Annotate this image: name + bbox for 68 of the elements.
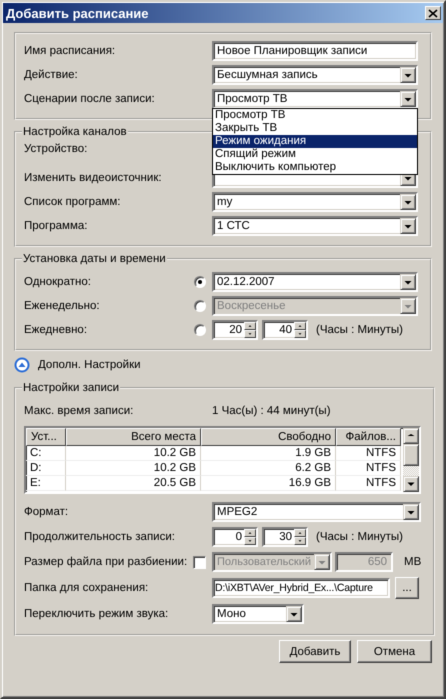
number-field[interactable]: 20 <box>212 320 258 340</box>
table-cell: NTFS <box>336 446 401 461</box>
dropdown[interactable]: Моно <box>212 604 304 624</box>
window-title: Добавить расписание <box>6 6 149 20</box>
number-field[interactable]: 0 <box>212 527 258 547</box>
radio-button[interactable] <box>194 324 206 336</box>
collapse-icon[interactable] <box>14 357 30 373</box>
group-title: Настройки записи <box>22 382 120 394</box>
column-header[interactable]: Свободно <box>201 428 336 446</box>
number-field[interactable]: 40 <box>262 320 308 340</box>
group-title: Установка даты и времени <box>22 253 167 265</box>
dropdown-option[interactable]: Режим ожидания <box>213 135 417 148</box>
field-label: Формат: <box>24 506 68 518</box>
table-cell: 6.2 GB <box>201 461 336 476</box>
field-label: Размер файла при разбиении: <box>24 556 188 568</box>
field-label: Продолжительность записи: <box>24 531 175 543</box>
dropdown-option[interactable]: Выключить компьютер <box>213 161 417 174</box>
table-cell: NTFS <box>336 461 401 476</box>
column-header[interactable]: Уст... <box>26 428 66 446</box>
column-header[interactable]: Файлов... <box>336 428 401 446</box>
dropdown[interactable]: MPEG2 <box>212 502 422 522</box>
table-cell: 16.9 GB <box>201 476 336 491</box>
field-label: Макс. время записи: <box>24 405 134 417</box>
close-icon <box>428 8 438 18</box>
number-field[interactable]: 30 <box>262 527 308 547</box>
field-label: Устройство: <box>24 143 88 155</box>
table-cell: 10.2 GB <box>66 446 201 461</box>
field-label: Папка для сохранения: <box>24 582 148 594</box>
field-label: Изменить видеоисточник: <box>24 172 162 184</box>
field-label: Однократно: <box>24 276 91 288</box>
table-cell: E: <box>26 476 66 491</box>
dropdown[interactable]: Просмотр ТВ <box>212 89 418 109</box>
dropdown-option[interactable]: Просмотр ТВ <box>213 109 417 122</box>
column-header[interactable]: Всего места <box>66 428 201 446</box>
dropdown-option[interactable]: Спящий режим <box>213 148 417 161</box>
dropdown[interactable]: my <box>212 192 418 212</box>
table-cell: 20.5 GB <box>66 476 201 491</box>
table-cell: C: <box>26 446 66 461</box>
browse-button[interactable]: ... <box>395 577 419 599</box>
table-cell: 1.9 GB <box>201 446 336 461</box>
dropdown[interactable]: 02.12.2007 <box>212 272 418 292</box>
radio-button[interactable] <box>194 276 206 288</box>
close-button[interactable] <box>425 6 441 20</box>
field-label: Имя расписания: <box>24 45 116 57</box>
text-field[interactable]: Новое Планировщик записи <box>212 41 418 61</box>
cancel-button[interactable]: Отмена <box>357 640 432 663</box>
field-label: Еженедельно: <box>24 300 100 312</box>
dropdown[interactable]: 1 СТС <box>212 216 418 236</box>
dropdown-option[interactable]: Закрыть ТВ <box>213 122 417 135</box>
field-label: Программа: <box>24 220 88 232</box>
group-title: Настройка каналов <box>22 126 128 138</box>
advanced-settings-link[interactable]: Дополн. Настройки <box>38 359 141 371</box>
table-cell: 10.2 GB <box>66 461 201 476</box>
unit-label: MB <box>404 556 422 568</box>
field-label: Сценарии после записи: <box>24 93 155 105</box>
max-time-value: 1 Час(ы) : 44 минут(ы) <box>212 405 332 417</box>
unit-label: (Часы : Минуты) <box>316 324 403 336</box>
field-label: Действие: <box>24 69 78 81</box>
dropdown[interactable]: Бесшумная запись <box>212 65 418 85</box>
scrollbar[interactable] <box>403 428 420 492</box>
add-button[interactable]: Добавить <box>279 640 351 663</box>
unit-label: (Часы : Минуты) <box>316 531 403 543</box>
field-label: Переключить режим звука: <box>24 608 168 620</box>
folder-field[interactable]: D:\iXBT\AVer_Hybrid_Ex...\Capture <box>212 578 390 598</box>
field-label: Список программ: <box>24 196 120 208</box>
table-cell: D: <box>26 461 66 476</box>
field-label: Ежедневно: <box>24 324 88 336</box>
table-cell: NTFS <box>336 476 401 491</box>
